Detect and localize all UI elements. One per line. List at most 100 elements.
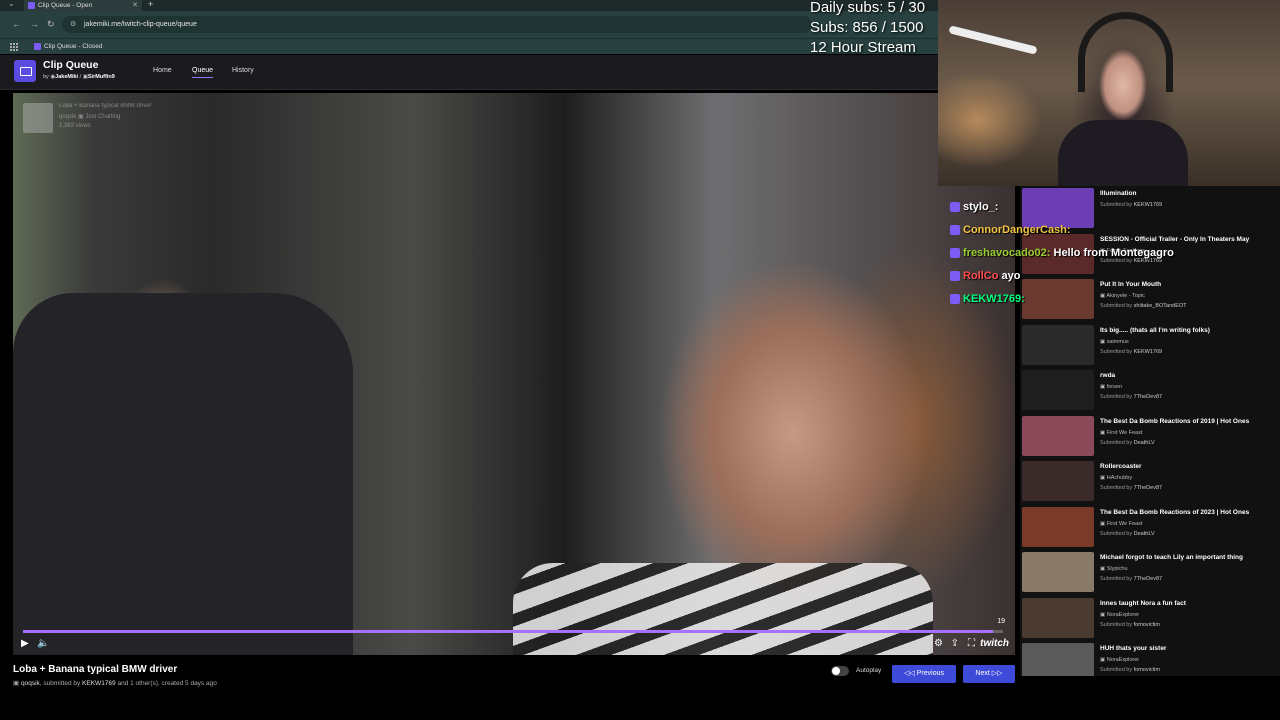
browser-tab[interactable]: Clip Queue - Open ✕ [24, 0, 142, 11]
tab-title: Clip Queue - Open [38, 2, 93, 9]
video-player[interactable]: Loba + Banana typical BMW driver qoqsik … [13, 93, 1015, 655]
volume-icon[interactable]: 🔈 [37, 638, 49, 649]
queue-item[interactable]: Innes taught Nora a fun fact ▣ NoraExplor… [1020, 596, 1280, 640]
info-title: Loba + Banana typical BMW driver [59, 103, 152, 109]
seek-progress [23, 630, 994, 633]
share-icon[interactable]: ⇪ [951, 638, 959, 649]
clip-info-overlay: Loba + Banana typical BMW driver qoqsik … [23, 103, 183, 133]
next-button[interactable]: Next ▷▷ [963, 665, 1015, 683]
queue-title: The Best Da Bomb Reactions of 2023 | Hot… [1100, 508, 1250, 516]
queue-submitter: Submitted by fomovictim [1100, 667, 1160, 673]
nav-queue[interactable]: Queue [192, 67, 214, 78]
queue-item[interactable]: Rollercoaster ▣ HAchubby Submitted by 7The… [1020, 459, 1280, 503]
daily-subs-text: Daily subs: 5 / 30 [810, 0, 926, 16]
queue-channel: ▣ forsen [1100, 384, 1123, 390]
queue-submitter: Submitted by DeathLV [1100, 530, 1155, 537]
queue-thumbnail [1022, 597, 1094, 638]
fullscreen-icon[interactable]: ⛶ [968, 638, 975, 649]
streamer-shirt [1058, 120, 1188, 186]
queue-item[interactable]: The Best Da Bomb Reactions of 2019 | Hot… [1020, 414, 1280, 458]
time-badge: 19 [997, 618, 1005, 625]
webcam-feed [938, 0, 1280, 186]
clip-meta-text: , submitted by [39, 680, 83, 687]
info-views: 1,363 views [59, 123, 91, 129]
next-icon: ▷▷ [991, 670, 1003, 677]
reload-icon[interactable]: ↻ [47, 19, 55, 30]
queue-submitter: Submitted by 7TheDev87 [1100, 394, 1163, 400]
queue-thumbnail [1022, 370, 1094, 410]
channel-avatar [23, 103, 53, 133]
next-label: Next [975, 670, 990, 677]
new-tab-icon[interactable]: + [148, 0, 153, 9]
queue-item[interactable]: HUH thats your sister ▣ NoraExplorer Submi… [1020, 641, 1280, 676]
seek-bar[interactable] [23, 630, 1003, 633]
autoplay-toggle[interactable] [831, 666, 849, 676]
queue-channel: ▣ NoraExplorer [1100, 657, 1140, 663]
queue-title: rwda [1100, 372, 1116, 379]
queue-channel: ▣ First We Feast [1100, 520, 1143, 527]
url-input[interactable]: ⚙ jakemiki.me/twitch-clip-queue/queue [62, 16, 812, 33]
previous-icon: ◁◁ [904, 670, 915, 677]
clip-meta-tail: and 1 other(s), created 5 days ago [115, 680, 217, 687]
clip-channel[interactable]: qoqsik [21, 680, 40, 687]
by-label: by [43, 74, 49, 80]
close-tab-icon[interactable]: ✕ [132, 0, 138, 11]
chat-username: stylo_: [963, 201, 999, 213]
clip-title: Loba + Banana typical BMW driver [13, 664, 178, 675]
queue-thumbnail [1022, 324, 1094, 365]
chat-message: ayo [998, 270, 1021, 282]
chat-username: ConnorDangerCash: [963, 224, 1071, 236]
clip-meta: ▣ qoqsik, submitted by KEKW1769 and 1 ot… [13, 679, 217, 687]
previous-button[interactable]: ◁◁ Previous [892, 665, 956, 683]
queue-channel: ▣ NoraExplorer [1100, 611, 1140, 618]
settings-icon[interactable]: ⚙ [934, 638, 943, 649]
chat-line: KEKW1769: [950, 288, 1190, 311]
video-frame-shirt [513, 563, 933, 655]
forward-icon[interactable]: → [30, 19, 39, 29]
chat-username: freshavocado02: [963, 247, 1051, 259]
url-text: jakemiki.me/twitch-clip-queue/queue [84, 21, 197, 28]
info-channel: qoqsik ▣ Just Chatting [59, 114, 121, 120]
badge-icon [950, 248, 960, 259]
favicon-icon [28, 2, 35, 9]
badge-icon [950, 294, 960, 305]
bookmark-item[interactable]: Clip Queue - Closed [34, 39, 103, 54]
site-settings-icon[interactable]: ⚙ [70, 16, 76, 33]
queue-thumbnail [1022, 506, 1094, 547]
queue-submitter: Submitted by 7TheDev87 [1100, 576, 1163, 582]
queue-submitter: Submitted by 7TheDev87 [1100, 485, 1163, 491]
video-frame-person [13, 293, 353, 655]
chat-username: RollCo [963, 270, 999, 282]
tv-logo-icon[interactable] [14, 60, 36, 82]
autoplay-label: Autoplay [856, 667, 882, 674]
author-link-1[interactable]: JakeMiki [55, 74, 78, 80]
twitch-watermark[interactable]: twitch [980, 638, 1009, 649]
author-link-2[interactable]: SirMuffin9 [88, 74, 115, 80]
nav-home[interactable]: Home [153, 67, 172, 74]
chat-message: Hello from Montegagro [1050, 247, 1174, 259]
chat-line: RollCo ayo [950, 265, 1190, 288]
browser-tabbar: ⌄ Clip Queue - Open ✕ + [0, 0, 940, 11]
chat-line: ConnorDangerCash: [950, 219, 1190, 242]
queue-item[interactable]: rwda ▣ forsen Submitted by 7TheDev87 [1020, 368, 1280, 412]
apps-icon[interactable] [10, 43, 18, 51]
queue-item[interactable]: Michael forgot to teach Lily an importan… [1020, 550, 1280, 594]
chat-line: freshavocado02: Hello from Montegagro [950, 242, 1190, 265]
chat-username: KEKW1769: [963, 293, 1025, 305]
badge-icon [950, 271, 960, 282]
chat-overlay: stylo_: ConnorDangerCash: freshavocado02: … [950, 196, 1190, 311]
queue-thumbnail [1022, 552, 1094, 592]
app-title: Clip Queue [43, 59, 99, 71]
back-icon[interactable]: ← [12, 19, 21, 29]
queue-submitter: Submitted by fomovictim [1100, 621, 1160, 628]
queue-title: Rollercoaster [1100, 463, 1142, 470]
queue-item[interactable]: The Best Da Bomb Reactions of 2023 | Hot… [1020, 505, 1280, 549]
nav-history[interactable]: History [232, 67, 254, 74]
address-bar-row: ← → ↻ ⚙ jakemiki.me/twitch-clip-queue/qu… [0, 11, 940, 38]
tab-menu-icon[interactable]: ⌄ [8, 0, 15, 8]
queue-title: The Best Da Bomb Reactions of 2019 | Hot… [1100, 417, 1250, 425]
bookmarks-bar: Clip Queue - Closed [0, 38, 940, 54]
play-icon[interactable]: ▶ [21, 638, 29, 649]
queue-title: Michael forgot to teach Lily an importan… [1100, 554, 1244, 561]
queue-item[interactable]: Its big..... (thats all I'm writing folk… [1020, 323, 1280, 367]
